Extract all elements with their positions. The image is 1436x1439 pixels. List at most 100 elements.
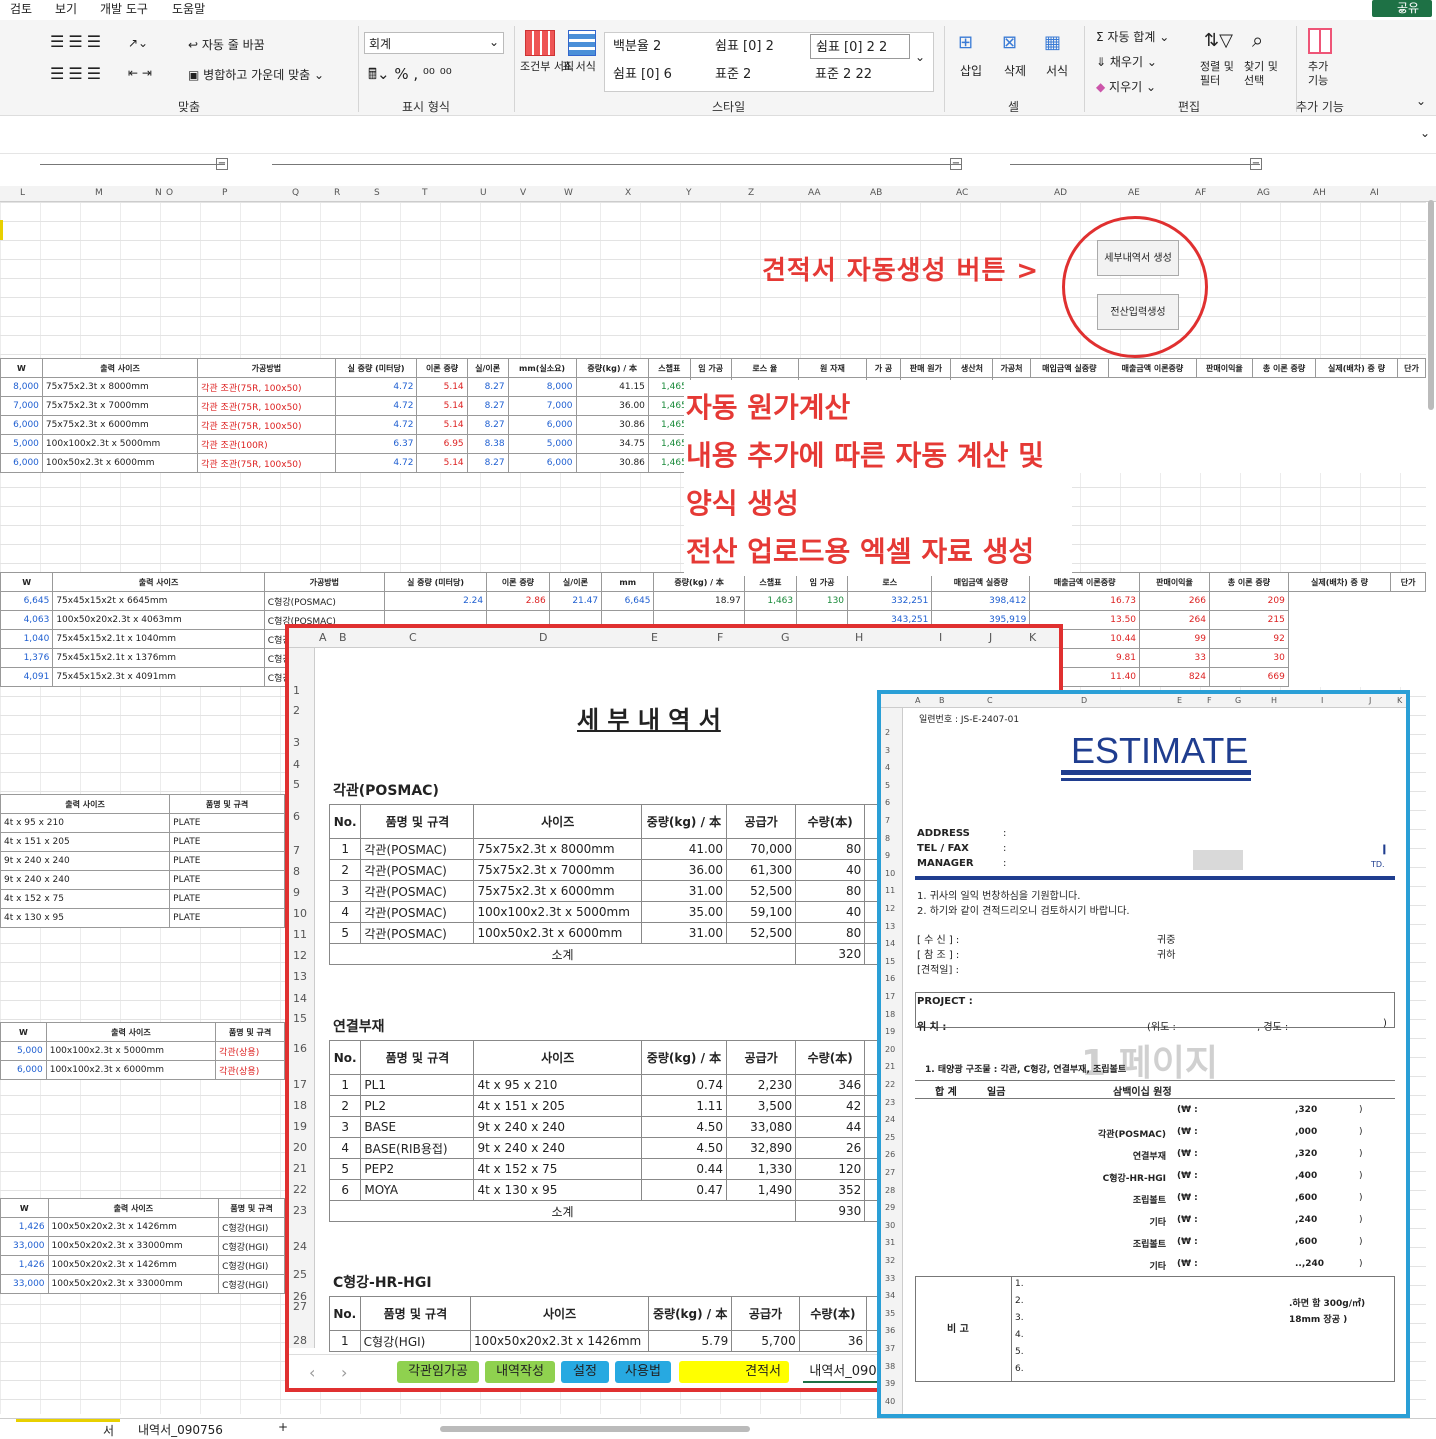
column-header[interactable]: Y: [686, 188, 692, 198]
menu-help[interactable]: 도움말: [172, 0, 205, 17]
column-header[interactable]: M: [95, 188, 103, 198]
detail-cell[interactable]: 4t x 152 x 75: [473, 1158, 642, 1180]
detail-cell[interactable]: PL2: [360, 1095, 475, 1117]
column-header[interactable]: AI: [1370, 188, 1379, 198]
table-cell[interactable]: PLATE: [169, 832, 285, 852]
table-cell[interactable]: 100x50x2.3t x 6000mm: [41, 453, 199, 473]
table-cell[interactable]: 1,426: [0, 1255, 49, 1275]
detail-cell[interactable]: 4t x 95 x 210: [473, 1074, 642, 1096]
sort-filter-icon[interactable]: ⇅▽: [1204, 30, 1233, 51]
row-number[interactable]: 31: [885, 1238, 895, 1247]
detail-cell[interactable]: 26: [795, 1137, 866, 1159]
detail-cell[interactable]: 70,000: [726, 838, 797, 860]
table-cell[interactable]: 4t x 152 x 75: [0, 889, 171, 909]
detail-cell[interactable]: 31.00: [640, 922, 728, 944]
table-cell[interactable]: 16.73: [1029, 591, 1141, 611]
column-header[interactable]: V: [520, 188, 526, 198]
table-cell[interactable]: 99: [1139, 629, 1210, 649]
row-number[interactable]: 15: [885, 957, 895, 966]
row-number[interactable]: 21: [885, 1062, 895, 1071]
detail-cell[interactable]: 100x50x2.3t x 6000mm: [473, 922, 642, 944]
table-cell[interactable]: C형강(HGI): [218, 1274, 285, 1294]
table-cell[interactable]: 2.24: [383, 591, 488, 611]
row-number[interactable]: 12: [293, 949, 307, 962]
horizontal-scrollbar[interactable]: [440, 1426, 750, 1432]
row-number[interactable]: 9: [885, 851, 890, 860]
detail-cell[interactable]: 80: [795, 838, 866, 860]
row-number[interactable]: 18: [293, 1099, 307, 1112]
table-cell[interactable]: PLATE: [169, 813, 285, 833]
table-cell[interactable]: 7,000: [507, 396, 577, 416]
row-number[interactable]: 23: [885, 1098, 895, 1107]
table-cell[interactable]: C형강(HGI): [218, 1236, 285, 1256]
row-number[interactable]: 9: [293, 886, 300, 899]
table-cell[interactable]: 75x75x2.3t x 6000mm: [41, 415, 199, 435]
table-cell[interactable]: PLATE: [169, 908, 285, 928]
row-number[interactable]: 7: [885, 816, 890, 825]
detail-cell[interactable]: 1,490: [726, 1179, 797, 1201]
detail-cell[interactable]: 31.00: [640, 880, 728, 902]
autosum-button[interactable]: Σ 자동 합계 ⌄: [1096, 28, 1169, 45]
row-number[interactable]: 2: [885, 728, 890, 737]
style-comma-0-6[interactable]: 쉼표 [0] 6: [608, 62, 672, 87]
detail-cell[interactable]: 36.00: [640, 859, 728, 881]
group-collapse-button[interactable]: −: [216, 158, 228, 170]
detail-cell[interactable]: 1: [328, 1074, 362, 1096]
tab-next-icon[interactable]: ›: [341, 1363, 347, 1382]
detail-cell[interactable]: 41.00: [640, 838, 728, 860]
table-cell[interactable]: 6.37: [334, 434, 418, 454]
row-number[interactable]: 12: [885, 904, 895, 913]
column-header[interactable]: C: [987, 696, 993, 705]
column-header[interactable]: K: [1397, 696, 1402, 705]
align-top-icons[interactable]: ☰☰☰: [50, 32, 105, 51]
share-button[interactable]: 공유 ⌄: [1372, 0, 1432, 17]
vertical-scrollbar[interactable]: [1428, 200, 1434, 410]
detail-cell[interactable]: 4.50: [640, 1116, 728, 1138]
row-number[interactable]: 3: [293, 736, 300, 749]
column-header[interactable]: AH: [1313, 188, 1326, 198]
column-header[interactable]: D: [539, 631, 547, 644]
table-cell[interactable]: 398,412: [931, 591, 1031, 611]
formula-expand-icon[interactable]: ⌄: [1420, 126, 1430, 140]
row-number[interactable]: 4: [885, 763, 890, 772]
table-cell[interactable]: 100x100x2.3t x 5000mm: [41, 434, 199, 454]
table-cell[interactable]: 264: [1139, 610, 1210, 630]
row-number[interactable]: 4: [293, 758, 300, 771]
detail-cell[interactable]: 2: [328, 1095, 362, 1117]
group-collapse-button[interactable]: −: [950, 158, 962, 170]
table-cell[interactable]: 8.27: [466, 377, 509, 397]
row-number[interactable]: 40: [885, 1397, 895, 1406]
detail-cell[interactable]: 6: [328, 1179, 362, 1201]
column-header[interactable]: D: [1081, 696, 1087, 705]
table-cell[interactable]: 각관 조관(75R, 100x50): [197, 396, 336, 416]
column-header[interactable]: H: [855, 631, 863, 644]
style-normal-2[interactable]: 표준 2: [710, 62, 751, 87]
table-cell[interactable]: 4.72: [334, 377, 418, 397]
table-cell[interactable]: 18.97: [653, 591, 745, 611]
row-number[interactable]: 1: [293, 684, 300, 697]
table-cell[interactable]: 100x100x2.3t x 6000mm: [45, 1060, 217, 1080]
detail-cell[interactable]: 1.11: [640, 1095, 728, 1117]
detail-cell[interactable]: 52,500: [726, 880, 797, 902]
table-cell[interactable]: 6,000: [507, 415, 577, 435]
table-cell[interactable]: 5,000: [507, 434, 577, 454]
detail-cell[interactable]: 4.50: [640, 1137, 728, 1159]
column-header[interactable]: AB: [870, 188, 882, 198]
table-cell[interactable]: 669: [1209, 667, 1289, 687]
row-number[interactable]: 16: [885, 974, 895, 983]
style-comma-0-2[interactable]: 쉼표 [0] 2: [710, 34, 774, 59]
tab-square-pipe[interactable]: 각관임가공: [397, 1361, 479, 1383]
wrap-text-button[interactable]: ↩ 자동 줄 바꿈: [188, 36, 265, 53]
tab-write[interactable]: 내역작성: [485, 1361, 555, 1383]
column-header[interactable]: P: [222, 188, 227, 198]
table-cell[interactable]: 824: [1139, 667, 1210, 687]
sort-filter-label[interactable]: 정렬 및 필터: [1200, 60, 1244, 88]
table-cell[interactable]: 75x45x15x2.3t x 4091mm: [52, 667, 265, 687]
detail-cell[interactable]: 3,500: [726, 1095, 797, 1117]
table-cell[interactable]: 266: [1139, 591, 1210, 611]
table-cell[interactable]: 33,000: [0, 1274, 49, 1294]
table-cell[interactable]: 각관 조관(75R, 100x50): [197, 377, 336, 397]
column-header[interactable]: F: [1207, 696, 1212, 705]
tab-current[interactable]: 서: [16, 1419, 120, 1438]
column-header[interactable]: Q: [292, 188, 299, 198]
